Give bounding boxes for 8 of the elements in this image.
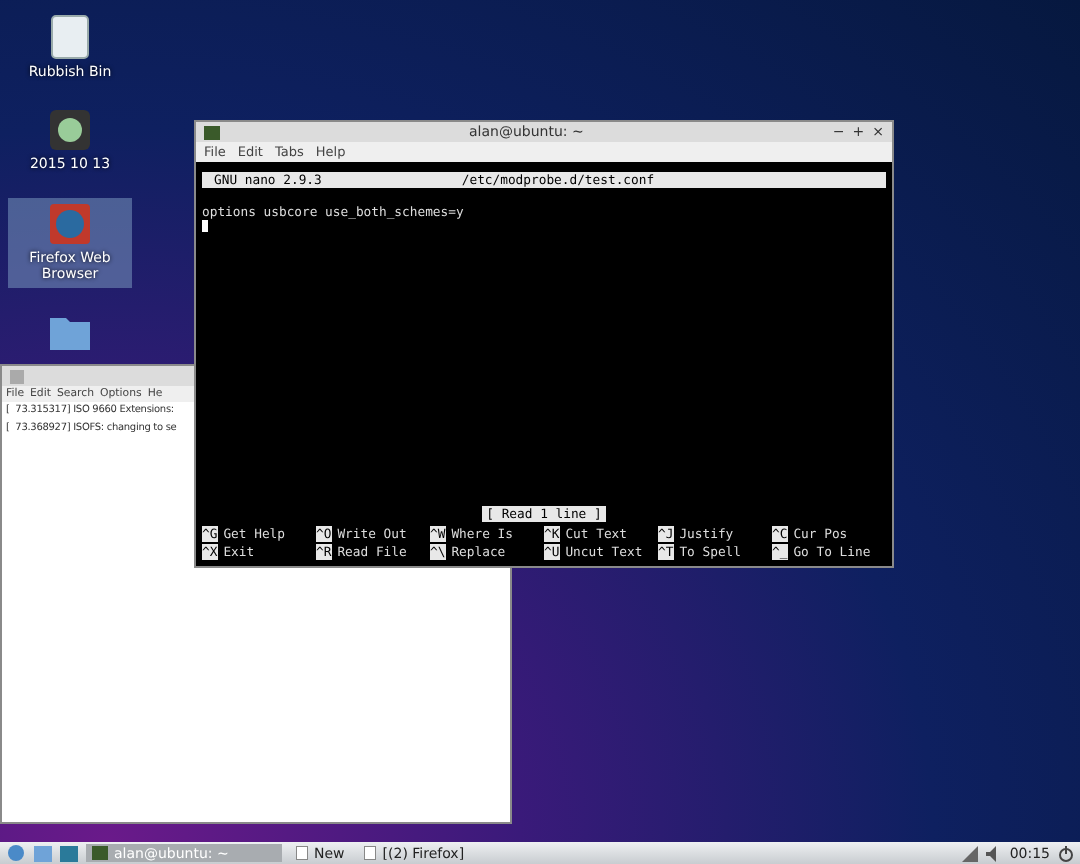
document-icon — [296, 846, 308, 860]
text-cursor — [202, 220, 208, 232]
app-icon — [10, 369, 24, 383]
terminal-icon — [204, 125, 220, 139]
terminal-icon — [92, 846, 108, 860]
power-icon[interactable] — [1058, 845, 1074, 861]
start-icon[interactable] — [6, 844, 26, 862]
document-icon — [364, 846, 377, 860]
